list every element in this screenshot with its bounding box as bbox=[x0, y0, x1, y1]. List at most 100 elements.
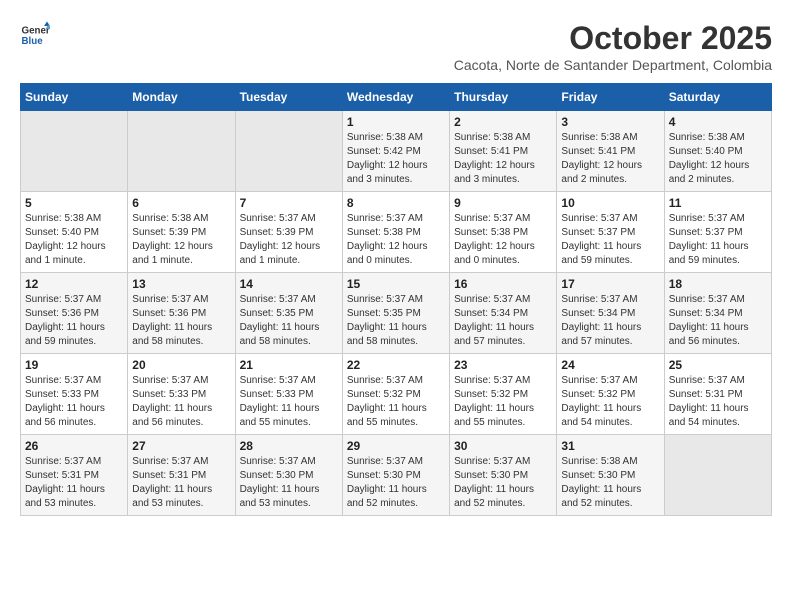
day-info: Sunrise: 5:38 AM Sunset: 5:41 PM Dayligh… bbox=[454, 131, 552, 187]
day-info: Sunrise: 5:38 AM Sunset: 5:30 PM Dayligh… bbox=[561, 455, 659, 511]
calendar-header: Sunday Monday Tuesday Wednesday Thursday… bbox=[21, 84, 772, 111]
day-info: Sunrise: 5:37 AM Sunset: 5:30 PM Dayligh… bbox=[454, 455, 552, 511]
calendar-cell: 7 Sunrise: 5:37 AM Sunset: 5:39 PM Daylig… bbox=[235, 192, 342, 273]
header-friday: Friday bbox=[557, 84, 664, 111]
header-thursday: Thursday bbox=[450, 84, 557, 111]
location-subtitle: Cacota, Norte de Santander Department, C… bbox=[454, 57, 772, 73]
day-number: 1 bbox=[347, 115, 445, 129]
calendar-week-row: 5 Sunrise: 5:38 AM Sunset: 5:40 PM Daylig… bbox=[21, 192, 772, 273]
calendar-cell: 1Sunrise: 5:38 AM Sunset: 5:42 PM Daylig… bbox=[342, 111, 449, 192]
header-sunday: Sunday bbox=[21, 84, 128, 111]
day-info: Sunrise: 5:37 AM Sunset: 5:38 PM Dayligh… bbox=[347, 212, 445, 268]
calendar-cell: 15 Sunrise: 5:37 AM Sunset: 5:35 PM Dayli… bbox=[342, 273, 449, 354]
calendar-cell: 21 Sunrise: 5:37 AM Sunset: 5:33 PM Dayli… bbox=[235, 354, 342, 435]
calendar-cell: 12 Sunrise: 5:37 AM Sunset: 5:36 PM Dayli… bbox=[21, 273, 128, 354]
day-info: Sunrise: 5:37 AM Sunset: 5:31 PM Dayligh… bbox=[25, 455, 123, 511]
day-info: Sunrise: 5:37 AM Sunset: 5:32 PM Dayligh… bbox=[561, 374, 659, 430]
calendar-table: Sunday Monday Tuesday Wednesday Thursday… bbox=[20, 83, 772, 516]
calendar-cell: 6 Sunrise: 5:38 AM Sunset: 5:39 PM Daylig… bbox=[128, 192, 235, 273]
day-info: Sunrise: 5:38 AM Sunset: 5:40 PM Dayligh… bbox=[25, 212, 123, 268]
calendar-cell: 9 Sunrise: 5:37 AM Sunset: 5:38 PM Daylig… bbox=[450, 192, 557, 273]
day-info: Sunrise: 5:37 AM Sunset: 5:33 PM Dayligh… bbox=[25, 374, 123, 430]
day-number: 23 bbox=[454, 358, 552, 372]
calendar-cell: 20 Sunrise: 5:37 AM Sunset: 5:33 PM Dayli… bbox=[128, 354, 235, 435]
day-number: 24 bbox=[561, 358, 659, 372]
day-number: 13 bbox=[132, 277, 230, 291]
day-info: Sunrise: 5:37 AM Sunset: 5:36 PM Dayligh… bbox=[132, 293, 230, 349]
calendar-cell: 31 Sunrise: 5:38 AM Sunset: 5:30 PM Dayli… bbox=[557, 435, 664, 516]
calendar-cell: 25 Sunrise: 5:37 AM Sunset: 5:31 PM Dayli… bbox=[664, 354, 771, 435]
calendar-cell: 10Sunrise: 5:37 AM Sunset: 5:37 PM Dayli… bbox=[557, 192, 664, 273]
header-tuesday: Tuesday bbox=[235, 84, 342, 111]
calendar-cell bbox=[128, 111, 235, 192]
header-saturday: Saturday bbox=[664, 84, 771, 111]
day-number: 21 bbox=[240, 358, 338, 372]
calendar-cell: 11 Sunrise: 5:37 AM Sunset: 5:37 PM Dayli… bbox=[664, 192, 771, 273]
calendar-cell: 13 Sunrise: 5:37 AM Sunset: 5:36 PM Dayli… bbox=[128, 273, 235, 354]
day-number: 22 bbox=[347, 358, 445, 372]
day-number: 19 bbox=[25, 358, 123, 372]
day-info: Sunrise: 5:38 AM Sunset: 5:41 PM Dayligh… bbox=[561, 131, 659, 187]
calendar-week-row: 12 Sunrise: 5:37 AM Sunset: 5:36 PM Dayli… bbox=[21, 273, 772, 354]
day-number: 28 bbox=[240, 439, 338, 453]
day-number: 5 bbox=[25, 196, 123, 210]
day-number: 4 bbox=[669, 115, 767, 129]
calendar-cell: 30 Sunrise: 5:37 AM Sunset: 5:30 PM Dayli… bbox=[450, 435, 557, 516]
day-info: Sunrise: 5:37 AM Sunset: 5:33 PM Dayligh… bbox=[240, 374, 338, 430]
calendar-cell: 18 Sunrise: 5:37 AM Sunset: 5:34 PM Dayli… bbox=[664, 273, 771, 354]
day-info: Sunrise: 5:37 AM Sunset: 5:38 PM Dayligh… bbox=[454, 212, 552, 268]
day-info: Sunrise: 5:37 AM Sunset: 5:34 PM Dayligh… bbox=[454, 293, 552, 349]
day-number: 26 bbox=[25, 439, 123, 453]
day-info: Sunrise: 5:37 AM Sunset: 5:30 PM Dayligh… bbox=[240, 455, 338, 511]
day-info: Sunrise: 5:37 AM Sunset: 5:36 PM Dayligh… bbox=[25, 293, 123, 349]
calendar-cell: 22Sunrise: 5:37 AM Sunset: 5:32 PM Dayli… bbox=[342, 354, 449, 435]
calendar-cell: 2Sunrise: 5:38 AM Sunset: 5:41 PM Daylig… bbox=[450, 111, 557, 192]
day-number: 3 bbox=[561, 115, 659, 129]
day-number: 31 bbox=[561, 439, 659, 453]
day-number: 6 bbox=[132, 196, 230, 210]
day-info: Sunrise: 5:37 AM Sunset: 5:39 PM Dayligh… bbox=[240, 212, 338, 268]
day-info: Sunrise: 5:38 AM Sunset: 5:40 PM Dayligh… bbox=[669, 131, 767, 187]
day-number: 29 bbox=[347, 439, 445, 453]
calendar-cell: 14Sunrise: 5:37 AM Sunset: 5:35 PM Dayli… bbox=[235, 273, 342, 354]
logo: General Blue bbox=[20, 20, 50, 50]
day-number: 14 bbox=[240, 277, 338, 291]
calendar-cell: 3 Sunrise: 5:38 AM Sunset: 5:41 PM Daylig… bbox=[557, 111, 664, 192]
day-info: Sunrise: 5:37 AM Sunset: 5:37 PM Dayligh… bbox=[669, 212, 767, 268]
day-number: 18 bbox=[669, 277, 767, 291]
page-header: General Blue October 2025 Cacota, Norte … bbox=[20, 20, 772, 73]
day-number: 10 bbox=[561, 196, 659, 210]
day-info: Sunrise: 5:37 AM Sunset: 5:35 PM Dayligh… bbox=[347, 293, 445, 349]
day-number: 27 bbox=[132, 439, 230, 453]
day-info: Sunrise: 5:37 AM Sunset: 5:32 PM Dayligh… bbox=[454, 374, 552, 430]
calendar-week-row: 26 Sunrise: 5:37 AM Sunset: 5:31 PM Dayli… bbox=[21, 435, 772, 516]
day-number: 30 bbox=[454, 439, 552, 453]
day-info: Sunrise: 5:37 AM Sunset: 5:30 PM Dayligh… bbox=[347, 455, 445, 511]
calendar-cell bbox=[664, 435, 771, 516]
day-number: 15 bbox=[347, 277, 445, 291]
calendar-cell: 17Sunrise: 5:37 AM Sunset: 5:34 PM Dayli… bbox=[557, 273, 664, 354]
calendar-cell: 5 Sunrise: 5:38 AM Sunset: 5:40 PM Daylig… bbox=[21, 192, 128, 273]
svg-text:General: General bbox=[22, 26, 51, 37]
day-number: 8 bbox=[347, 196, 445, 210]
calendar-cell: 16 Sunrise: 5:37 AM Sunset: 5:34 PM Dayli… bbox=[450, 273, 557, 354]
day-number: 7 bbox=[240, 196, 338, 210]
calendar-cell: 26 Sunrise: 5:37 AM Sunset: 5:31 PM Dayli… bbox=[21, 435, 128, 516]
calendar-cell: 27 Sunrise: 5:37 AM Sunset: 5:31 PM Dayli… bbox=[128, 435, 235, 516]
day-info: Sunrise: 5:37 AM Sunset: 5:34 PM Dayligh… bbox=[669, 293, 767, 349]
header-wednesday: Wednesday bbox=[342, 84, 449, 111]
day-number: 25 bbox=[669, 358, 767, 372]
day-number: 11 bbox=[669, 196, 767, 210]
day-info: Sunrise: 5:37 AM Sunset: 5:33 PM Dayligh… bbox=[132, 374, 230, 430]
calendar-cell bbox=[235, 111, 342, 192]
day-number: 16 bbox=[454, 277, 552, 291]
calendar-body: 1Sunrise: 5:38 AM Sunset: 5:42 PM Daylig… bbox=[21, 111, 772, 516]
day-info: Sunrise: 5:37 AM Sunset: 5:31 PM Dayligh… bbox=[132, 455, 230, 511]
title-section: October 2025 Cacota, Norte de Santander … bbox=[454, 20, 772, 73]
day-number: 20 bbox=[132, 358, 230, 372]
calendar-cell: 23 Sunrise: 5:37 AM Sunset: 5:32 PM Dayli… bbox=[450, 354, 557, 435]
day-info: Sunrise: 5:37 AM Sunset: 5:31 PM Dayligh… bbox=[669, 374, 767, 430]
day-number: 9 bbox=[454, 196, 552, 210]
day-info: Sunrise: 5:38 AM Sunset: 5:39 PM Dayligh… bbox=[132, 212, 230, 268]
day-number: 12 bbox=[25, 277, 123, 291]
